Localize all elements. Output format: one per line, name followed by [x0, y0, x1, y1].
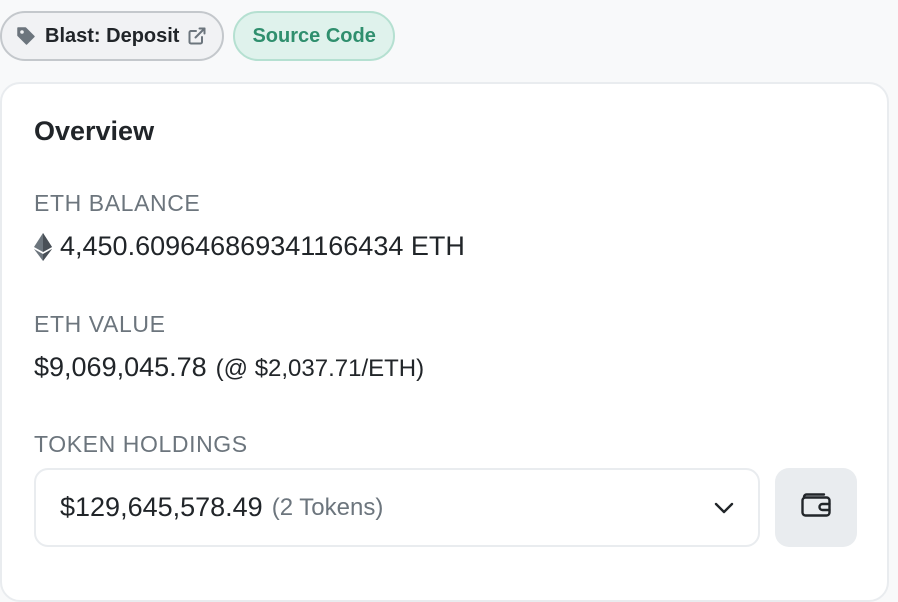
source-code-badge[interactable]: Source Code — [233, 11, 395, 61]
name-tag-blast-deposit[interactable]: Blast: Deposit — [0, 11, 225, 61]
name-tag-label: Blast: Deposit — [45, 24, 180, 47]
tag-icon — [16, 26, 36, 46]
token-holdings-count: (2 Tokens) — [271, 493, 384, 521]
eth-balance-label: ETH BALANCE — [34, 190, 201, 216]
chevron-down-icon — [714, 502, 734, 514]
token-holdings-dropdown[interactable]: $129,645,578.49 (2 Tokens) — [34, 468, 760, 547]
wallet-button[interactable] — [775, 468, 857, 547]
overview-card: Overview ETH BALANCE 4,450.6096468693411… — [0, 82, 889, 602]
eth-value-label: ETH VALUE — [34, 311, 166, 337]
address-tags: Blast: Deposit Source Code — [0, 11, 395, 61]
token-holdings-amount: $129,645,578.49 — [60, 492, 263, 522]
token-holdings-label: TOKEN HOLDINGS — [34, 431, 248, 457]
eth-balance-value: 4,450.609646869341166434 ETH — [60, 231, 465, 261]
eth-price-rate: (@ $2,037.71/ETH) — [215, 355, 425, 382]
wallet-icon — [800, 491, 832, 524]
eth-balance-row: 4,450.609646869341166434 ETH — [34, 231, 465, 262]
ethereum-icon — [34, 232, 52, 261]
source-code-label: Source Code — [252, 24, 376, 47]
overview-title: Overview — [34, 116, 155, 146]
eth-value-amount: $9,069,045.78 — [34, 352, 207, 382]
eth-value-row: $9,069,045.78 (@ $2,037.71/ETH) — [34, 352, 424, 383]
external-link-icon[interactable] — [187, 26, 207, 46]
